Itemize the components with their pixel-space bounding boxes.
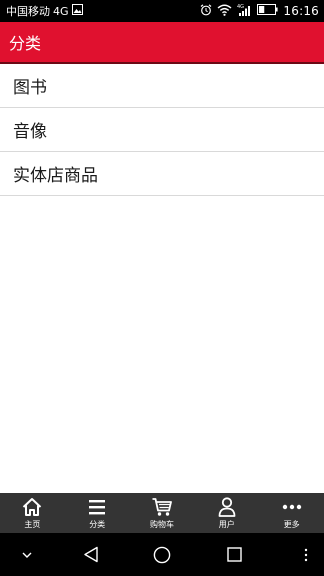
cart-icon	[152, 498, 172, 516]
app-header: 分类	[0, 22, 324, 62]
network-type: 4G	[53, 4, 69, 18]
category-item-audio-video[interactable]: 音像	[0, 108, 324, 152]
nav-home-button[interactable]	[147, 533, 177, 576]
chevron-down-icon	[22, 552, 32, 558]
category-item-books[interactable]: 图书	[0, 64, 324, 108]
home-circle-icon	[153, 546, 171, 563]
category-list: 图书 音像 实体店商品	[0, 64, 324, 196]
bottom-tab-bar: 主页 分类 购物车 用户 更多	[0, 493, 324, 533]
status-right: 4G 16:16	[200, 3, 319, 19]
system-nav-bar	[0, 533, 324, 576]
nav-collapse-button[interactable]	[12, 533, 42, 576]
alarm-icon	[200, 3, 212, 19]
tab-category[interactable]: 分类	[65, 493, 130, 533]
tab-home-label: 主页	[24, 520, 41, 529]
nav-overflow-button[interactable]	[294, 533, 318, 576]
nav-back-button[interactable]	[76, 533, 106, 576]
tab-category-label: 分类	[89, 520, 106, 529]
page-title: 分类	[9, 34, 42, 53]
photo-icon	[71, 4, 83, 18]
menu-icon	[89, 500, 106, 515]
svg-text:4G: 4G	[237, 4, 244, 10]
battery-icon	[257, 4, 279, 18]
status-time: 16:16	[283, 4, 319, 18]
signal-icon: 4G	[237, 3, 252, 19]
back-icon	[84, 546, 98, 563]
tab-more-label: 更多	[283, 520, 300, 529]
user-icon	[218, 497, 236, 517]
carrier-name: 中国移动	[6, 5, 50, 18]
status-bar: 中国移动 4G 4G 16:16	[0, 0, 324, 22]
more-icon	[282, 504, 301, 510]
tab-cart-label: 购物车	[149, 520, 174, 529]
tab-home[interactable]: 主页	[0, 493, 65, 533]
nav-recents-button[interactable]	[219, 533, 249, 576]
tab-cart[interactable]: 购物车	[130, 493, 195, 533]
overflow-icon	[304, 548, 308, 561]
tab-more[interactable]: 更多	[259, 493, 324, 533]
status-left: 中国移动 4G	[6, 3, 83, 19]
tab-user-label: 用户	[218, 520, 235, 529]
category-item-store-goods[interactable]: 实体店商品	[0, 152, 324, 196]
recents-icon	[226, 547, 242, 562]
home-icon	[23, 498, 42, 516]
tab-user[interactable]: 用户	[194, 493, 259, 533]
wifi-icon	[217, 4, 232, 19]
